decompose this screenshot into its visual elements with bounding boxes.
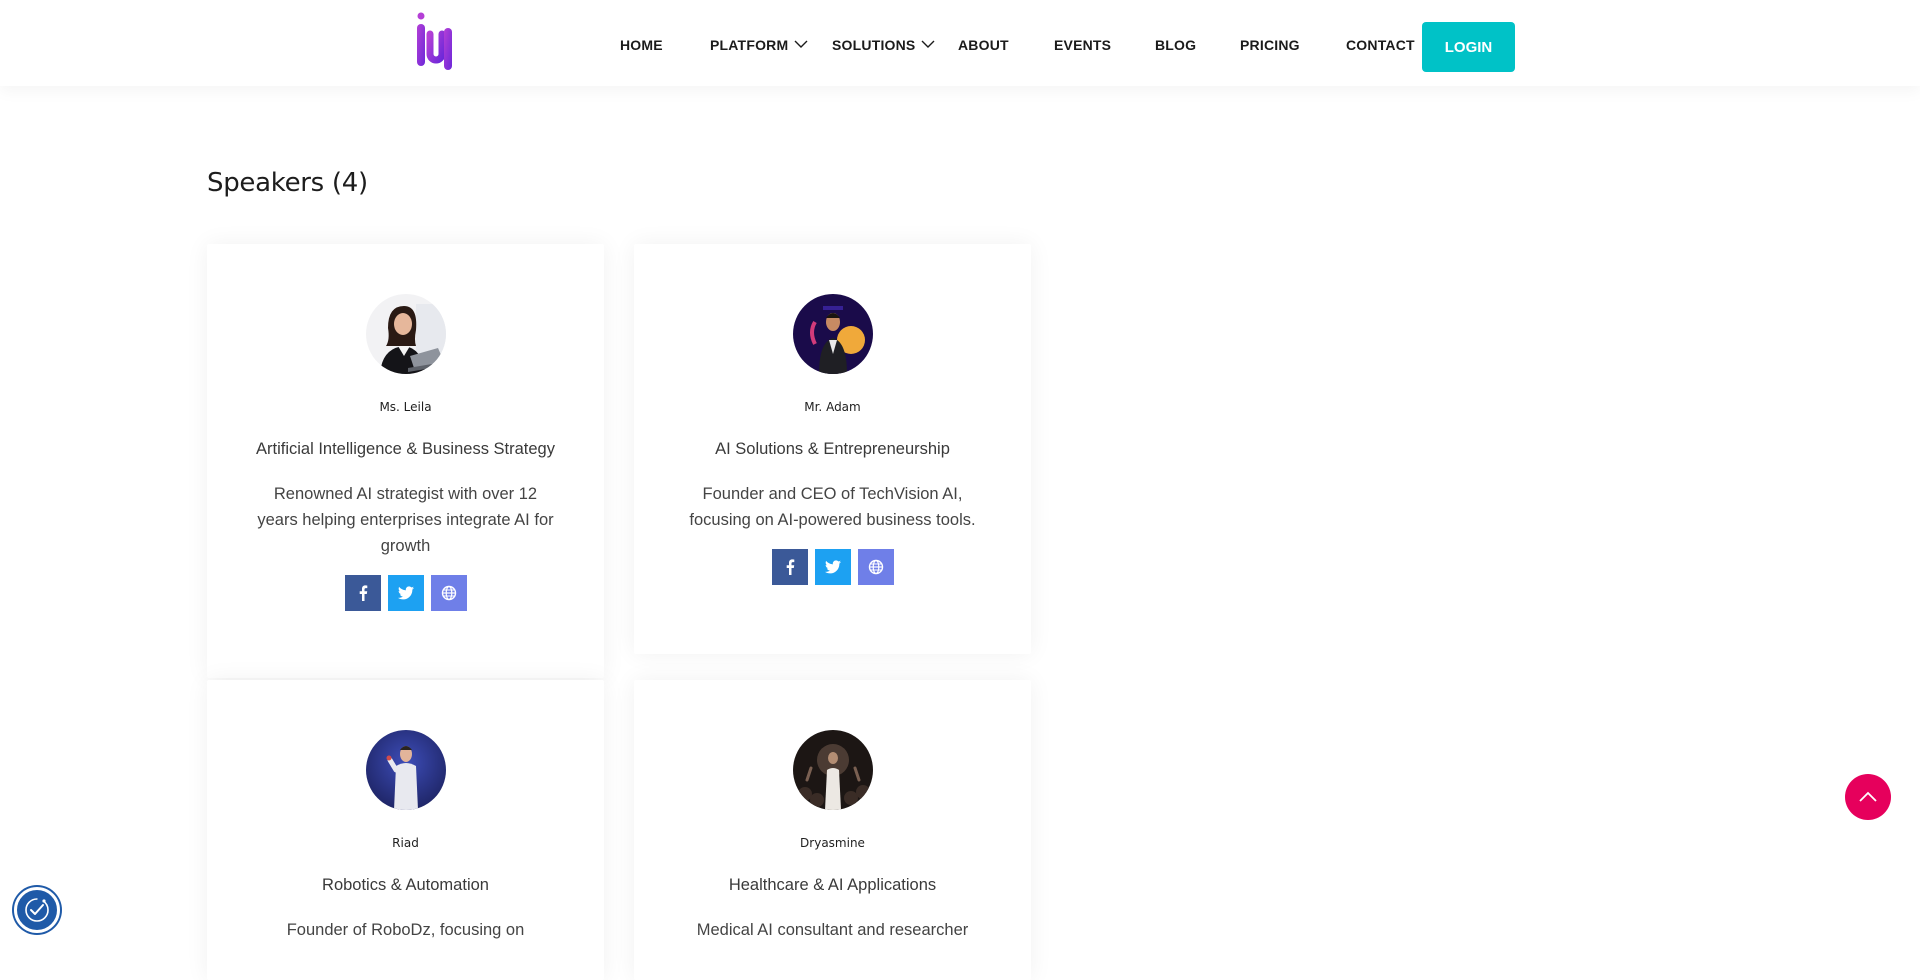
- speaker-avatar: [792, 730, 873, 810]
- nav-events[interactable]: EVENTS: [1054, 37, 1111, 53]
- nav-platform-label: PLATFORM: [710, 37, 789, 53]
- speaker-card: Mr. Adam AI Solutions & Entrepreneurship…: [634, 244, 1031, 654]
- globe-icon[interactable]: [857, 549, 894, 585]
- nav-blog[interactable]: BLOG: [1155, 37, 1196, 53]
- nav-solutions[interactable]: SOLUTIONS: [832, 37, 935, 54]
- accessibility-button[interactable]: [14, 887, 60, 933]
- nav-home[interactable]: HOME: [620, 37, 663, 53]
- speaker-bio: Medical AI consultant and researcher: [696, 921, 969, 939]
- chevron-up-icon: [1859, 791, 1877, 802]
- site-header: HOME PLATFORM SOLUTIONS ABOUT EVENTS BLO…: [0, 0, 1920, 86]
- nav-contact[interactable]: CONTACT: [1346, 37, 1415, 53]
- login-button[interactable]: LOGIN: [1422, 22, 1515, 72]
- facebook-icon[interactable]: [771, 549, 808, 585]
- speaker-name: Riad: [392, 836, 419, 850]
- brand-logo[interactable]: [414, 12, 454, 74]
- speaker-name: Mr. Adam: [804, 400, 861, 414]
- accessibility-icon: [25, 898, 49, 922]
- nav-contact-label: CONTACT: [1346, 37, 1415, 53]
- nav-pricing[interactable]: PRICING: [1240, 37, 1300, 53]
- speaker-socials: [207, 575, 604, 611]
- nav-blog-label: BLOG: [1155, 37, 1197, 53]
- speaker-card: Ms. Leila Artificial Intelligence & Busi…: [207, 244, 604, 678]
- nav-home-label: HOME: [620, 37, 663, 53]
- nav-about-label: ABOUT: [958, 37, 1009, 53]
- speaker-avatar: [365, 730, 446, 810]
- globe-icon[interactable]: [430, 575, 467, 611]
- nav-pricing-label: PRICING: [1240, 37, 1300, 53]
- chevron-down-icon: [921, 36, 935, 52]
- speaker-socials: [634, 549, 1031, 585]
- speaker-topic: Artificial Intelligence & Business Strat…: [256, 440, 555, 458]
- twitter-icon[interactable]: [814, 549, 851, 585]
- speaker-card: Dryasmine Healthcare & AI Applications M…: [634, 680, 1031, 980]
- speaker-topic: Robotics & Automation: [322, 876, 489, 894]
- facebook-icon[interactable]: [344, 575, 381, 611]
- speaker-bio: Founder and CEO of TechVision AI, focusi…: [689, 485, 976, 529]
- scroll-to-top-button[interactable]: [1845, 774, 1891, 820]
- login-button-label: LOGIN: [1444, 38, 1493, 56]
- nav-solutions-label: SOLUTIONS: [832, 37, 916, 53]
- speaker-bio: Founder of RoboDz, focusing on: [286, 921, 525, 939]
- speaker-name: Ms. Leila: [379, 400, 432, 414]
- speakers-heading: Speakers (4): [207, 168, 368, 198]
- speaker-bio: Renowned AI strategist with over 12 year…: [257, 485, 554, 555]
- twitter-icon[interactable]: [387, 575, 424, 611]
- chevron-down-icon: [794, 36, 808, 52]
- nav-platform[interactable]: PLATFORM: [710, 37, 808, 54]
- speaker-avatar: [792, 294, 873, 374]
- speaker-topic: Healthcare & AI Applications: [728, 876, 937, 894]
- nav-events-label: EVENTS: [1054, 37, 1112, 53]
- speaker-topic: AI Solutions & Entrepreneurship: [715, 440, 950, 458]
- speaker-avatar: [365, 294, 446, 374]
- nav-about[interactable]: ABOUT: [958, 37, 1009, 53]
- speaker-name: Dryasmine: [800, 836, 865, 850]
- speaker-card: Riad Robotics & Automation Founder of Ro…: [207, 680, 604, 980]
